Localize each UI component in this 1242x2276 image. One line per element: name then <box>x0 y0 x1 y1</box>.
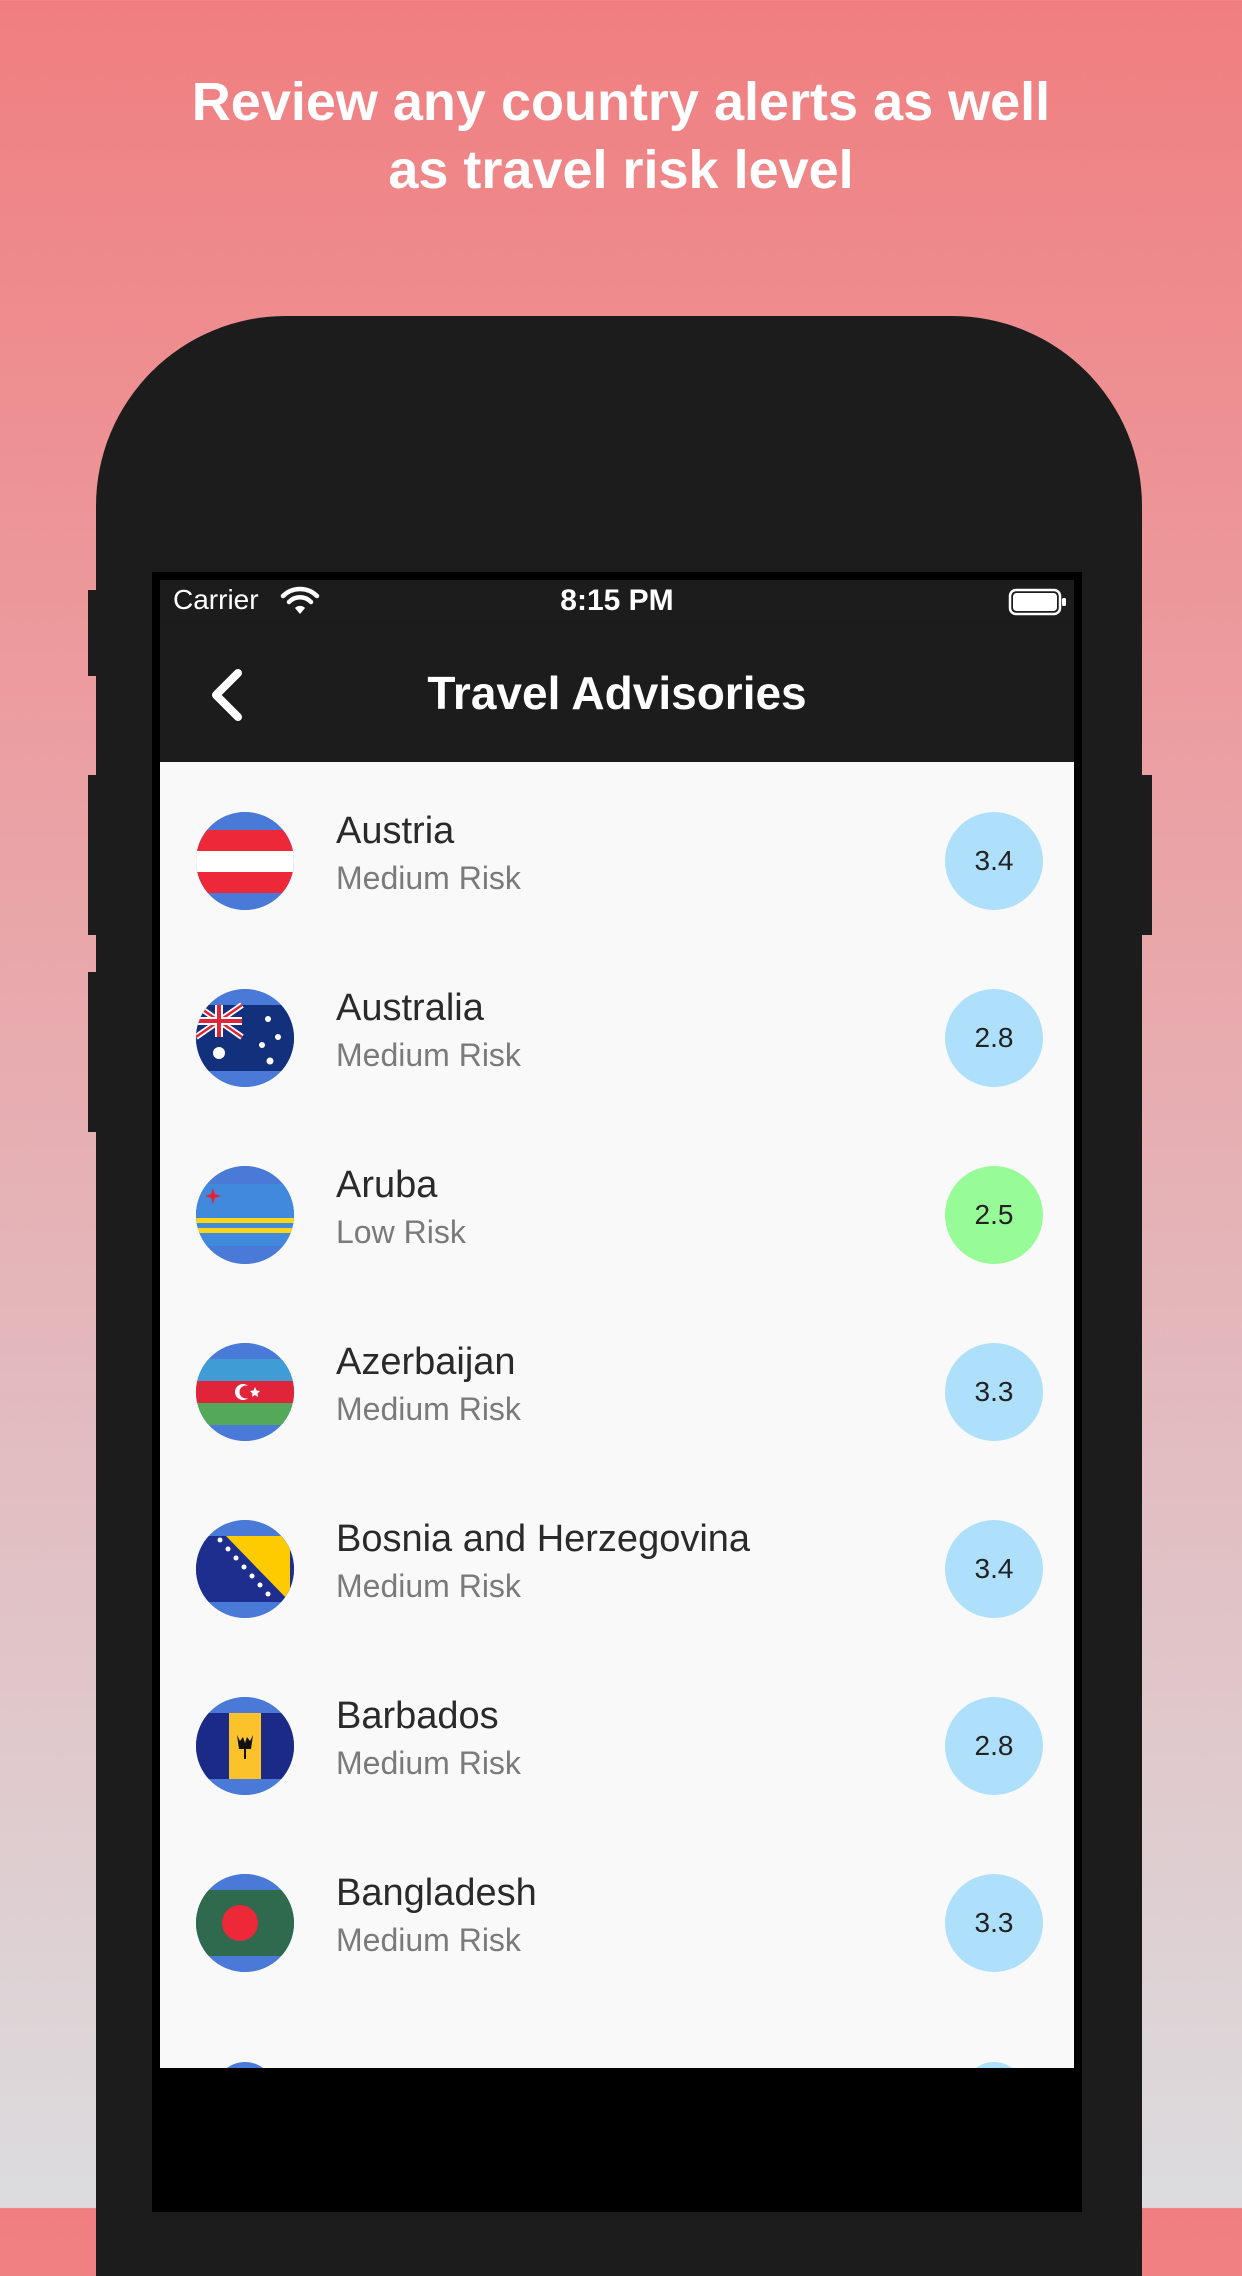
list-item[interactable]: Bosnia and Herzegovina Medium Risk 3.4 <box>160 1470 1074 1647</box>
country-name: Bosnia and Herzegovina <box>336 1518 751 1560</box>
risk-level: Medium Risk <box>336 860 521 896</box>
next-flag-icon <box>215 2062 275 2068</box>
list-item[interactable]: Barbados Medium Risk 2.8 <box>160 1647 1074 1824</box>
aruba-flag-icon <box>196 1166 294 1264</box>
status-time: 8:15 PM <box>560 584 674 617</box>
risk-level: Medium Risk <box>336 1745 521 1781</box>
austria-flag-icon <box>196 812 294 910</box>
country-name: Bangladesh <box>336 1872 537 1914</box>
status-bar: Carrier 8:15 PM <box>160 580 1074 624</box>
list-item[interactable]: Austria Medium Risk 3.4 <box>160 762 1074 939</box>
country-name: Austria <box>336 810 455 852</box>
country-name: Azerbaijan <box>336 1341 516 1383</box>
country-name: Aruba <box>336 1164 438 1206</box>
battery-icon <box>1008 588 1068 621</box>
risk-level: Low Risk <box>336 1214 466 1250</box>
list-item[interactable]: Bangladesh Medium Risk 3.3 <box>160 1824 1074 2001</box>
promo-headline-line-1: Review any country alerts as well <box>191 72 1051 132</box>
barbados-flag-icon <box>196 1697 294 1795</box>
risk-level: Medium Risk <box>336 1391 521 1427</box>
bosnia-flag-icon <box>196 1520 294 1618</box>
promo-headline-line-2: as travel risk level <box>388 140 854 200</box>
risk-level: Medium Risk <box>336 1037 521 1073</box>
risk-score-badge: 2.8 <box>945 1697 1043 1795</box>
next-score-badge <box>964 2062 1024 2068</box>
risk-score-badge: 2.8 <box>945 989 1043 1087</box>
promo-headline: Review any country alerts as well as tra… <box>0 68 1242 204</box>
risk-score-badge: 3.3 <box>945 1343 1043 1441</box>
country-name: Barbados <box>336 1695 499 1737</box>
risk-level: Medium Risk <box>336 1922 521 1958</box>
azerbaijan-flag-icon <box>196 1343 294 1441</box>
country-name: Australia <box>336 987 484 1029</box>
list-item[interactable]: Azerbaijan Medium Risk 3.3 <box>160 1293 1074 1470</box>
risk-score-badge: 3.3 <box>945 1874 1043 1972</box>
advisory-list[interactable]: Austria Medium Risk 3.4 Australia Medium… <box>160 762 1074 2068</box>
nav-bar: Travel Advisories <box>160 624 1074 762</box>
page-title: Travel Advisories <box>427 667 807 719</box>
risk-score-badge: 3.4 <box>945 812 1043 910</box>
list-item[interactable]: Australia Medium Risk 2.8 <box>160 939 1074 1116</box>
australia-flag-icon <box>196 989 294 1087</box>
risk-level: Medium Risk <box>336 1568 521 1604</box>
bangladesh-flag-icon <box>196 1874 294 1972</box>
risk-score-badge: 3.4 <box>945 1520 1043 1618</box>
list-item[interactable]: Aruba Low Risk 2.5 <box>160 1116 1074 1293</box>
risk-score-badge: 2.5 <box>945 1166 1043 1264</box>
